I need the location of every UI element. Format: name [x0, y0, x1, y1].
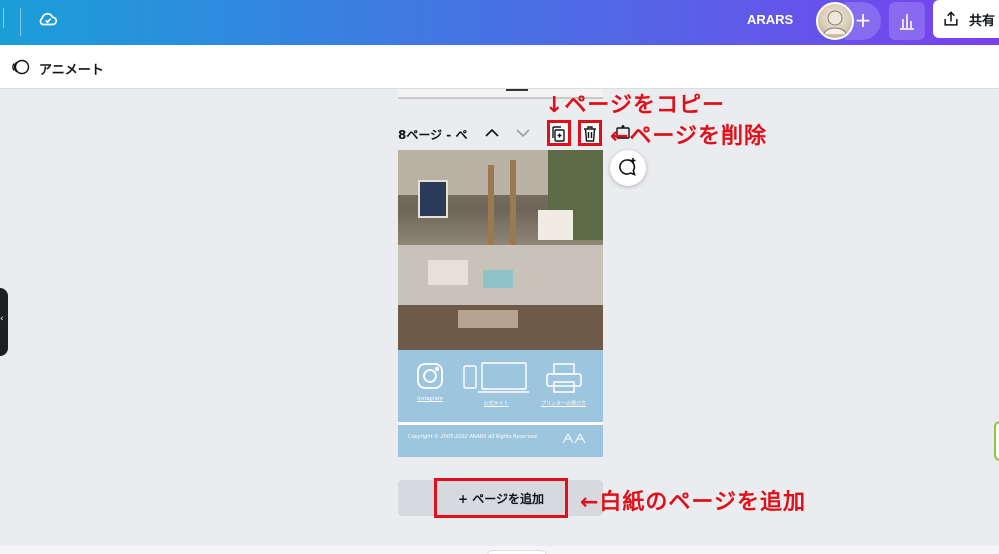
page-footer-band: Instagram 公式サイト プリンターの選び方 Copyright © 20… [398, 350, 603, 457]
add-page-button[interactable]: + ページを追加 [434, 478, 568, 518]
annotation-delete-page: ←ページを削除 [610, 124, 767, 149]
team-name[interactable]: ARARS [747, 12, 793, 27]
duplicate-page-button[interactable] [547, 120, 571, 146]
right-panel-tab[interactable] [994, 421, 999, 461]
delete-page-button[interactable] [578, 120, 602, 146]
bottom-toolbar [0, 546, 999, 554]
chevron-down-icon[interactable] [511, 121, 535, 145]
previous-page-mark [506, 89, 528, 91]
chevron-left-icon: ‹ [0, 314, 4, 324]
animate-button[interactable]: アニメート [39, 59, 104, 78]
share-button[interactable]: 共有 [933, 0, 999, 38]
website-caption: 公式サイト [483, 401, 509, 407]
cloud-check-icon[interactable] [37, 8, 59, 30]
share-upload-icon [944, 11, 958, 26]
arars-logo [561, 430, 591, 444]
instagram-icon [417, 363, 443, 389]
editor-toolbar: アニメート [0, 45, 999, 89]
share-label: 共有 [969, 12, 996, 28]
website-link: 公式サイト [463, 362, 530, 407]
devices-icon [463, 362, 530, 393]
avatar[interactable] [816, 2, 854, 40]
insights-button[interactable] [889, 2, 925, 40]
toolbar-divider [20, 8, 21, 36]
animate-icon[interactable] [10, 58, 30, 76]
bar-chart-icon [900, 14, 914, 30]
top-toolbar: ARARS + 共有 [0, 0, 999, 45]
add-comment-button[interactable] [610, 150, 646, 186]
printer-guide-link: プリンターの選び方 [541, 362, 586, 407]
trash-icon [584, 126, 596, 142]
instagram-caption: Instagram [417, 396, 443, 402]
comment-add-icon [619, 158, 636, 176]
bottom-handle[interactable] [487, 550, 547, 554]
printer-guide-caption: プリンターの選び方 [541, 401, 587, 407]
shop-photo [398, 150, 603, 350]
duplicate-page-icon [552, 126, 565, 142]
footer-divider [398, 422, 603, 425]
page-title[interactable]: 8ページ - ペ [398, 126, 467, 143]
printer-icon [545, 363, 582, 393]
copyright-text: Copyright © 2005-2022 ARARS All Rights R… [408, 434, 539, 440]
toolbar-edge [0, 8, 4, 28]
side-panel-collapse-handle[interactable]: ‹ [0, 288, 8, 356]
annotation-copy-page: ↓ページをコピー [545, 93, 725, 118]
annotation-add-blank-page: ←白紙のページを追加 [580, 490, 806, 515]
chevron-up-icon[interactable] [480, 121, 504, 145]
page-thumbnail[interactable]: Instagram 公式サイト プリンターの選び方 Copyright © 20… [398, 150, 603, 457]
instagram-link: Instagram [416, 362, 444, 402]
